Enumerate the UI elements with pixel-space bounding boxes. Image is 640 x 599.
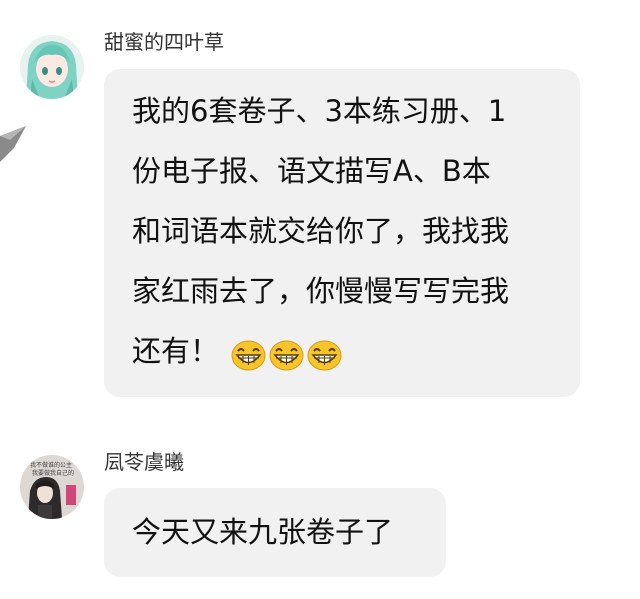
grin-emoji-icon xyxy=(269,340,304,370)
avatar[interactable] xyxy=(20,35,84,99)
chat-message: 我不做谁的公主 我要做我自己的 凨苓虞曦 今天又来九张卷子了 xyxy=(0,440,640,590)
message-text-line: 家红雨去了，你慢慢写写完我 xyxy=(132,274,510,308)
avatar[interactable]: 我不做谁的公主 我要做我自己的 xyxy=(20,455,84,519)
anime-girl-avatar-icon xyxy=(20,35,84,99)
message-text-line: 今天又来九张卷子了 xyxy=(132,515,394,549)
grin-emoji-icon xyxy=(231,340,266,370)
girl-portrait-avatar-icon: 我不做谁的公主 我要做我自己的 xyxy=(20,455,84,519)
emoji-row xyxy=(231,323,345,383)
grin-emoji-icon xyxy=(307,340,342,370)
message-text-line: 我的6套卷子、3本练习册、1 xyxy=(132,94,507,128)
chat-message: 甜蜜的四叶草 我的6套卷子、3本练习册、1 份电子报、语文描写A、B本 和词语本… xyxy=(0,0,640,400)
message-bubble[interactable]: 今天又来九张卷子了 xyxy=(104,488,446,577)
message-text-line: 份电子报、语文描写A、B本 xyxy=(132,154,491,188)
svg-text:我要做我自己的: 我要做我自己的 xyxy=(32,469,74,477)
username: 凨苓虞曦 xyxy=(104,450,184,474)
message-text: 还有！ xyxy=(132,334,220,368)
message-bubble[interactable]: 我的6套卷子、3本练习册、1 份电子报、语文描写A、B本 和词语本就交给你了，我… xyxy=(104,69,580,397)
message-text-line-last: 还有！ xyxy=(132,321,580,383)
svg-text:我不做谁的公主: 我不做谁的公主 xyxy=(30,461,72,469)
username: 甜蜜的四叶草 xyxy=(104,30,224,54)
message-text-line: 和词语本就交给你了，我找我 xyxy=(132,214,510,248)
